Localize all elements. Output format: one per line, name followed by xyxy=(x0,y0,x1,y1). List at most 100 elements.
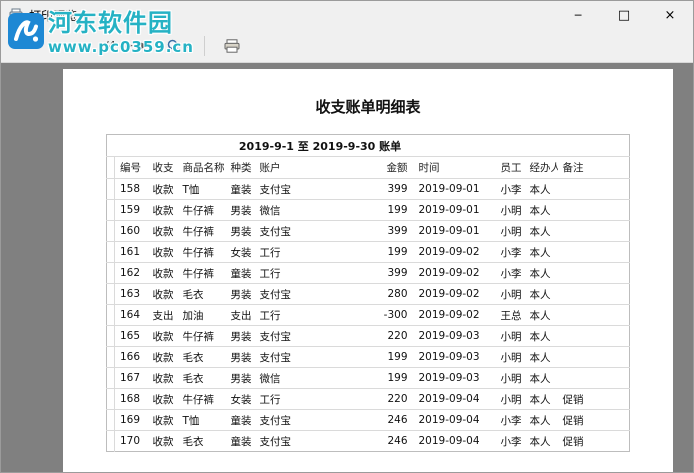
table-cell: 本人 xyxy=(524,367,558,389)
column-header: 时间 xyxy=(413,156,496,179)
table-cell: 本人 xyxy=(524,262,558,284)
page-indicator: /4 xyxy=(105,39,116,52)
table-cell: 收款 xyxy=(147,199,178,221)
table-cell: 童装 xyxy=(225,430,255,452)
table-cell: 小李 xyxy=(495,178,525,200)
table-cell: 女装 xyxy=(225,241,255,263)
table-cell xyxy=(557,178,630,200)
table-cell: 本人 xyxy=(524,430,558,452)
table-cell: 收款 xyxy=(147,346,178,368)
table-cell: 微信 xyxy=(254,199,337,221)
table-cell: 支付宝 xyxy=(254,430,337,452)
table-cell: 促销 xyxy=(557,430,630,452)
preview-area: 收支账单明细表 2019-9-1 至 2019-9-30 账单 编号 收支 商品名称… xyxy=(1,63,693,472)
table-cell: 支付宝 xyxy=(254,283,337,305)
next-page-button[interactable]: ▶ xyxy=(122,35,137,57)
column-header: 收支 xyxy=(147,156,178,179)
row-marker-cell xyxy=(106,178,115,200)
row-marker-cell xyxy=(106,220,115,242)
table-cell: -300 xyxy=(336,304,414,326)
table-cell: 2019-09-02 xyxy=(413,241,496,263)
table-cell: 399 xyxy=(336,262,414,284)
report-table: 2019-9-1 至 2019-9-30 账单 编号 收支 商品名称 种类 账户 金额 时间… xyxy=(106,134,631,452)
table-cell: 男装 xyxy=(225,346,255,368)
titlebar: 打印预览 ─ □ × xyxy=(1,1,693,29)
table-cell xyxy=(557,325,630,347)
table-row: 161 收款 牛仔裤 女装 工行 199 2019-09-02 小李 本人 xyxy=(106,241,630,263)
table-cell xyxy=(557,346,630,368)
table-cell: 小明 xyxy=(495,367,525,389)
table-cell: 162 xyxy=(114,262,148,284)
table-row: 165 收款 牛仔裤 男装 支付宝 220 2019-09-03 小明 本人 xyxy=(106,325,630,347)
print-button[interactable] xyxy=(218,34,246,58)
table-cell: 小明 xyxy=(495,220,525,242)
table-cell: 小明 xyxy=(495,283,525,305)
maximize-button[interactable]: □ xyxy=(601,1,647,29)
period-header-row: 2019-9-1 至 2019-9-30 账单 xyxy=(107,135,630,157)
window-controls: ─ □ × xyxy=(555,1,693,29)
table-cell: 本人 xyxy=(524,409,558,431)
table-cell: 小李 xyxy=(495,241,525,263)
row-marker-cell xyxy=(106,283,115,305)
table-cell: 女装 xyxy=(225,388,255,410)
table-cell: 支付宝 xyxy=(254,409,337,431)
row-marker-cell xyxy=(106,367,115,389)
report-title: 收支账单明细表 xyxy=(315,98,421,116)
table-cell: 2019-09-03 xyxy=(413,346,496,368)
minimize-button[interactable]: ─ xyxy=(555,1,601,29)
row-marker-cell xyxy=(106,304,115,326)
table-cell: 支出 xyxy=(225,304,255,326)
close-button[interactable]: × xyxy=(647,1,693,29)
zoom-dropdown-button[interactable] xyxy=(161,34,197,58)
table-cell: 毛衣 xyxy=(177,367,226,389)
dropdown-caret-icon xyxy=(184,43,191,48)
table-cell: 246 xyxy=(336,409,414,431)
table-cell: 收款 xyxy=(147,262,178,284)
table-cell xyxy=(557,199,630,221)
table-cell: 小李 xyxy=(495,430,525,452)
table-cell: 男装 xyxy=(225,283,255,305)
table-cell: 本人 xyxy=(524,283,558,305)
table-cell: 199 xyxy=(336,241,414,263)
table-row: 158 收款 T恤 童装 支付宝 399 2019-09-01 小李 本人 xyxy=(106,178,630,200)
table-cell: 收款 xyxy=(147,178,178,200)
table-row: 160 收款 牛仔裤 男装 支付宝 399 2019-09-01 小明 本人 xyxy=(106,220,630,242)
table-cell: 158 xyxy=(114,178,148,200)
table-cell: 199 xyxy=(336,346,414,368)
table-cell: 2019-09-03 xyxy=(413,325,496,347)
table-row: 170 收款 毛衣 童装 支付宝 246 2019-09-04 小李 本人 促销 xyxy=(106,430,630,452)
table-cell: 2019-09-01 xyxy=(413,199,496,221)
row-marker-cell xyxy=(106,388,115,410)
table-cell: 男装 xyxy=(225,325,255,347)
table-cell: 168 xyxy=(114,388,148,410)
table-cell: 加油 xyxy=(177,304,226,326)
table-cell: 2019-09-01 xyxy=(413,220,496,242)
table-cell: 男装 xyxy=(225,220,255,242)
table-cell: 微信 xyxy=(254,367,337,389)
table-cell: 牛仔裤 xyxy=(177,199,226,221)
table-cell: 牛仔裤 xyxy=(177,325,226,347)
table-cell: 支出 xyxy=(147,304,178,326)
table-row: 159 收款 牛仔裤 男装 微信 199 2019-09-01 小明 本人 xyxy=(106,199,630,221)
table-cell: 毛衣 xyxy=(177,283,226,305)
table-cell: 220 xyxy=(336,388,414,410)
table-cell: 小明 xyxy=(495,388,525,410)
table-cell: 170 xyxy=(114,430,148,452)
table-cell: 164 xyxy=(114,304,148,326)
table-cell: 支付宝 xyxy=(254,346,337,368)
table-cell: 牛仔裤 xyxy=(177,262,226,284)
table-cell xyxy=(557,367,630,389)
table-cell: 工行 xyxy=(254,304,337,326)
table-cell: 167 xyxy=(114,367,148,389)
row-marker-cell xyxy=(106,346,115,368)
table-cell: 工行 xyxy=(254,388,337,410)
column-header: 账户 xyxy=(254,156,337,179)
table-cell: 促销 xyxy=(557,409,630,431)
table-row: 169 收款 T恤 童装 支付宝 246 2019-09-04 小李 本人 促销 xyxy=(106,409,630,431)
window-title: 打印预览 xyxy=(29,8,78,23)
table-cell: 本人 xyxy=(524,346,558,368)
last-page-button[interactable]: ▶| xyxy=(137,35,155,57)
column-header: 员工 xyxy=(495,156,525,179)
table-cell: 220 xyxy=(336,325,414,347)
row-marker-cell xyxy=(106,199,115,221)
